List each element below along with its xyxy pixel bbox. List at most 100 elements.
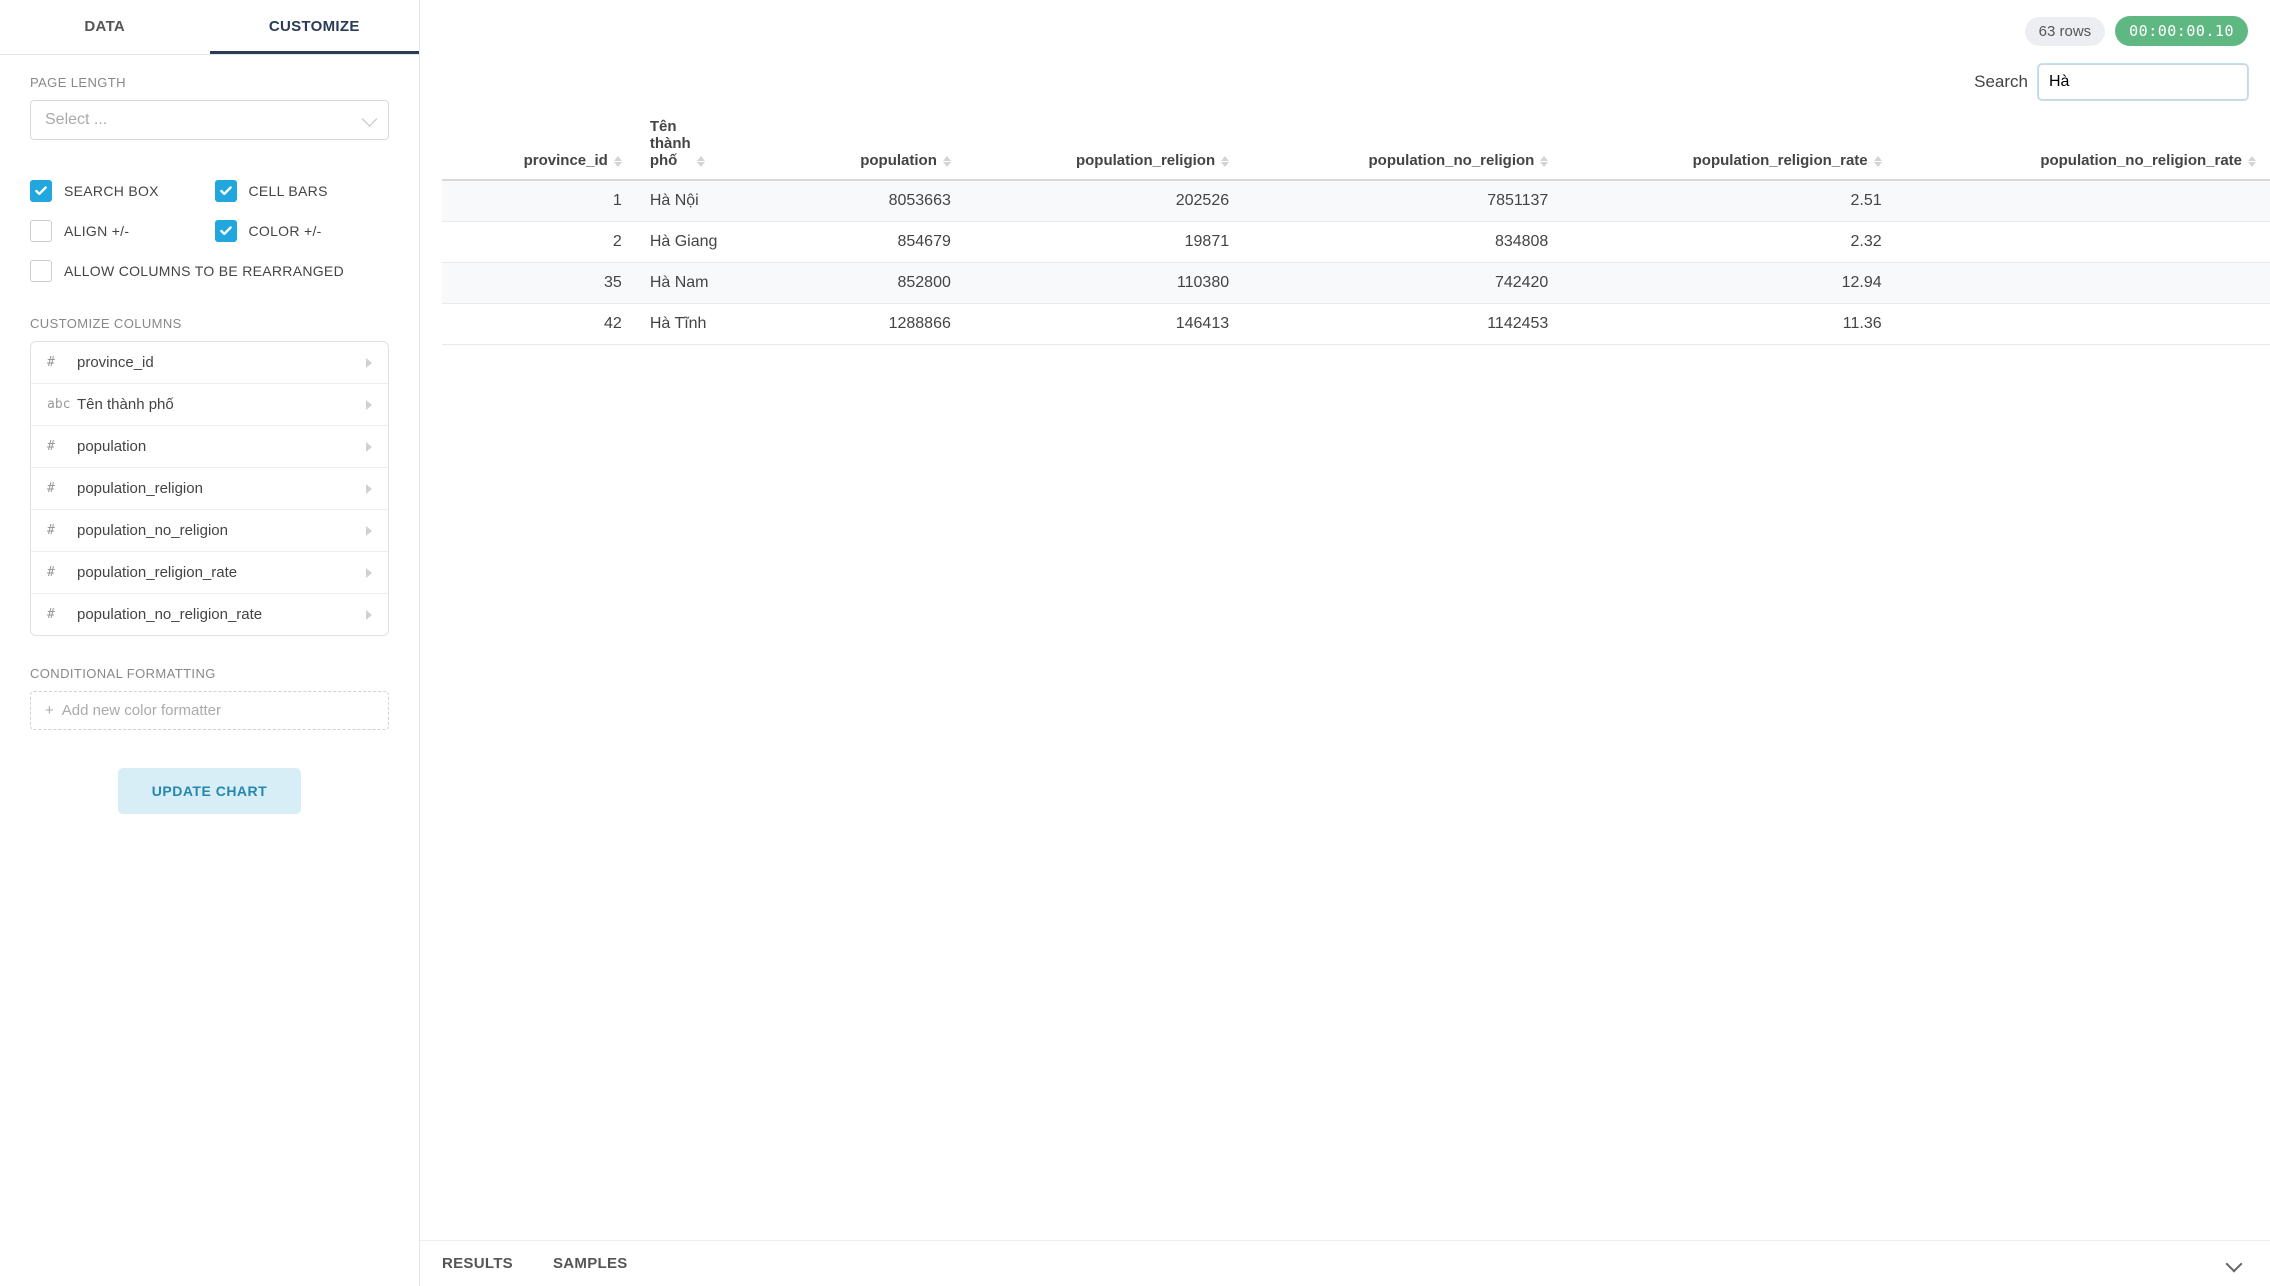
customize-columns-label: CUSTOMIZE COLUMNS — [30, 316, 389, 331]
checkbox-grid: SEARCH BOX CELL BARS ALIGN +/- COLOR +/- — [30, 176, 389, 286]
page-length-section: PAGE LENGTH Select ... — [0, 55, 419, 156]
table-row[interactable]: 1Hà Nội805366320252678511372.51 — [442, 180, 2270, 222]
cell-population_no_religion: 7851137 — [1243, 180, 1562, 222]
column-name: population_no_religion — [77, 522, 366, 539]
cell-population_no_religion_rate — [1896, 222, 2270, 263]
search-label: Search — [1974, 72, 2028, 92]
caret-right-icon — [366, 442, 372, 452]
cell-population: 1288866 — [783, 304, 965, 345]
sort-icon — [614, 156, 622, 167]
bottom-tab-samples[interactable]: SAMPLES — [553, 1255, 628, 1272]
cell-population_religion_rate: 12.94 — [1562, 263, 1895, 304]
column-type-icon: # — [47, 565, 77, 580]
update-chart-button[interactable]: UPDATE CHART — [118, 768, 301, 814]
column-item[interactable]: #population_religion — [31, 468, 388, 510]
table-row[interactable]: 42Hà Tĩnh1288866146413114245311.36 — [442, 304, 2270, 345]
column-name: province_id — [77, 354, 366, 371]
check-icon — [30, 220, 52, 242]
sort-icon — [1874, 156, 1882, 167]
search-input[interactable] — [2038, 64, 2248, 100]
check-icon — [215, 180, 237, 202]
column-header-label: population_no_religion_rate — [2040, 152, 2242, 169]
column-header-population_religion_rate[interactable]: population_religion_rate — [1562, 108, 1895, 180]
table-body: 1Hà Nội805366320252678511372.512Hà Giang… — [442, 180, 2270, 345]
cell-province_id: 1 — [442, 180, 636, 222]
checkbox-label: CELL BARS — [249, 183, 328, 199]
check-icon — [30, 180, 52, 202]
caret-right-icon — [366, 526, 372, 536]
column-header-city_name[interactable]: Tênthànhphố — [636, 108, 783, 180]
column-header-province_id[interactable]: province_id — [442, 108, 636, 180]
column-header-label: population_religion — [1076, 152, 1215, 169]
page-length-label: PAGE LENGTH — [30, 75, 389, 90]
cell-city_name: Hà Giang — [636, 222, 783, 263]
column-item[interactable]: #population_religion_rate — [31, 552, 388, 594]
chevron-down-icon[interactable] — [2226, 1255, 2243, 1272]
table-row[interactable]: 2Hà Giang854679198718348082.32 — [442, 222, 2270, 263]
column-type-icon: # — [47, 481, 77, 496]
tab-data[interactable]: DATA — [0, 0, 210, 54]
column-name: population_religion_rate — [77, 564, 366, 581]
customize-columns-section: CUSTOMIZE COLUMNS #province_idabcTên thà… — [0, 296, 419, 646]
column-header-label: population — [860, 152, 937, 169]
sort-icon — [2248, 156, 2256, 167]
cell-population_religion: 202526 — [965, 180, 1243, 222]
checkbox-search-box[interactable]: SEARCH BOX — [30, 180, 205, 202]
row-count-pill: 63 rows — [2025, 17, 2106, 46]
column-header-population_no_religion_rate[interactable]: population_no_religion_rate — [1896, 108, 2270, 180]
column-header-population[interactable]: population — [783, 108, 965, 180]
checkbox-label: ALIGN +/- — [64, 223, 129, 239]
cell-population_no_religion: 742420 — [1243, 263, 1562, 304]
column-type-icon: # — [47, 439, 77, 454]
cell-population_religion: 110380 — [965, 263, 1243, 304]
sidebar: DATA CUSTOMIZE PAGE LENGTH Select ... SE… — [0, 0, 420, 1286]
checkbox-color-pm[interactable]: COLOR +/- — [215, 220, 390, 242]
table-row[interactable]: 35Hà Nam85280011038074242012.94 — [442, 263, 2270, 304]
bottom-tab-results[interactable]: RESULTS — [442, 1255, 513, 1272]
caret-right-icon — [366, 610, 372, 620]
checkbox-label: SEARCH BOX — [64, 183, 159, 199]
cell-province_id: 35 — [442, 263, 636, 304]
column-header-label: province_id — [524, 152, 608, 169]
column-name: Tên thành phố — [77, 396, 366, 413]
query-time-pill: 00:00:00.10 — [2115, 16, 2248, 46]
column-header-population_no_religion[interactable]: population_no_religion — [1243, 108, 1562, 180]
column-item[interactable]: #province_id — [31, 342, 388, 384]
tab-customize[interactable]: CUSTOMIZE — [210, 0, 420, 54]
bottom-tabs: RESULTS SAMPLES — [420, 1240, 2270, 1286]
cell-population: 8053663 — [783, 180, 965, 222]
column-item[interactable]: abcTên thành phố — [31, 384, 388, 426]
check-icon — [215, 220, 237, 242]
column-type-icon: # — [47, 523, 77, 538]
conditional-formatting-label: CONDITIONAL FORMATTING — [30, 666, 389, 681]
table-wrap[interactable]: province_id Tênthànhphố population populati… — [420, 108, 2270, 1240]
column-name: population_religion — [77, 480, 366, 497]
checkbox-align-pm[interactable]: ALIGN +/- — [30, 220, 205, 242]
cell-city_name: Hà Nội — [636, 180, 783, 222]
main-panel: 63 rows 00:00:00.10 Search province_id Tê… — [420, 0, 2270, 1286]
column-header-population_religion[interactable]: population_religion — [965, 108, 1243, 180]
checkbox-section: SEARCH BOX CELL BARS ALIGN +/- COLOR +/- — [0, 156, 419, 296]
checkbox-cell-bars[interactable]: CELL BARS — [215, 180, 390, 202]
column-item[interactable]: #population_no_religion — [31, 510, 388, 552]
add-formatter-button[interactable]: + Add new color formatter — [30, 691, 389, 730]
cell-population: 854679 — [783, 222, 965, 263]
column-type-icon: # — [47, 355, 77, 370]
column-header-label: population_religion_rate — [1693, 152, 1868, 169]
column-item[interactable]: #population — [31, 426, 388, 468]
caret-right-icon — [366, 358, 372, 368]
cell-province_id: 2 — [442, 222, 636, 263]
cell-city_name: Hà Tĩnh — [636, 304, 783, 345]
caret-right-icon — [366, 400, 372, 410]
cell-population_no_religion_rate — [1896, 263, 2270, 304]
check-icon — [30, 260, 52, 282]
column-item[interactable]: #population_no_religion_rate — [31, 594, 388, 635]
checkbox-allow-rearrange[interactable]: ALLOW COLUMNS TO BE REARRANGED — [30, 260, 389, 282]
page-length-select[interactable]: Select ... — [30, 100, 389, 140]
column-list: #province_idabcTên thành phố#population#… — [30, 341, 389, 636]
sort-icon — [1540, 156, 1548, 167]
conditional-formatting-section: CONDITIONAL FORMATTING + Add new color f… — [0, 646, 419, 740]
cell-population_religion_rate: 2.51 — [1562, 180, 1895, 222]
column-type-icon: # — [47, 607, 77, 622]
sidebar-tabs: DATA CUSTOMIZE — [0, 0, 419, 55]
